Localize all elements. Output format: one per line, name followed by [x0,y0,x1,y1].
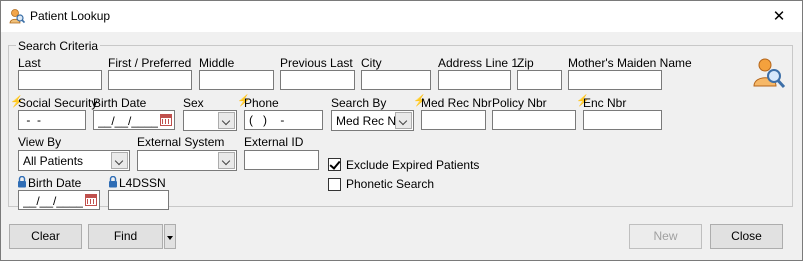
patient-lookup-window: Patient Lookup ✕ Search Criteria Last Fi… [0,0,803,261]
external-system-select[interactable] [137,150,237,171]
close-button[interactable]: Close [710,224,783,249]
birth-date-label: Birth Date [93,96,147,110]
birth-date-secondary-label: Birth Date [28,176,82,190]
clear-button[interactable]: Clear [9,224,82,249]
patient-search-icon[interactable] [752,56,786,90]
mothers-maiden-name-input[interactable] [568,70,662,90]
phone-label: Phone [244,96,279,110]
new-button[interactable]: New [629,224,702,249]
exclude-expired-checkbox[interactable] [328,158,341,171]
birth-date-input[interactable]: __/__/____ [93,110,175,130]
find-button[interactable]: Find [88,224,163,249]
mothers-maiden-name-label: Mother's Maiden Name [568,56,692,70]
previous-last-input[interactable] [280,70,355,90]
window-close-button[interactable]: ✕ [756,1,802,32]
exclude-expired-label: Exclude Expired Patients [346,158,480,172]
social-security-input[interactable] [18,110,86,130]
phonetic-search-label: Phonetic Search [346,177,435,191]
calendar-icon[interactable] [160,114,172,126]
sex-label: Sex [183,96,204,110]
address-line1-label: Address Line 1 [438,56,519,70]
policy-nbr-input[interactable] [492,110,576,130]
l4dssn-input[interactable] [108,190,169,210]
title-bar: Patient Lookup ✕ [1,1,802,32]
search-by-select[interactable]: Med Rec Nbr [331,110,414,131]
last-name-input[interactable] [18,70,102,90]
birth-date-secondary-input[interactable]: __/__/____ [18,190,100,210]
chevron-down-icon[interactable] [218,112,235,129]
med-rec-nbr-input[interactable] [421,110,486,130]
window-title: Patient Lookup [30,9,111,23]
patient-search-icon [9,9,25,24]
middle-name-input[interactable] [199,70,274,90]
city-label: City [361,56,382,70]
search-criteria-legend: Search Criteria [16,39,101,53]
external-id-label: External ID [244,135,304,149]
address-line1-input[interactable] [438,70,511,90]
chevron-down-icon[interactable] [395,112,412,129]
enc-nbr-input[interactable] [583,110,662,130]
lock-icon [18,176,26,188]
sex-select[interactable] [183,110,237,131]
enc-nbr-label: Enc Nbr [583,96,627,110]
external-system-label: External System [137,135,225,149]
view-by-select[interactable]: All Patients [18,150,130,171]
city-input[interactable] [361,70,431,90]
previous-last-label: Previous Last [280,56,353,70]
last-name-label: Last [18,56,41,70]
phone-input[interactable] [244,110,323,130]
view-by-value: All Patients [23,154,84,168]
zip-label: Zip [517,56,534,70]
first-name-input[interactable] [108,70,192,90]
search-by-label: Search By [331,96,387,110]
phonetic-search-checkbox[interactable] [328,178,341,191]
med-rec-nbr-label: Med Rec Nbr [421,96,492,110]
lock-icon [109,176,117,188]
zip-input[interactable] [517,70,562,90]
birth-date-secondary-value: __/__/____ [23,194,84,208]
l4dssn-label: L4DSSN [119,176,166,190]
calendar-icon[interactable] [85,194,97,206]
search-by-value: Med Rec Nbr [336,114,396,128]
policy-nbr-label: Policy Nbr [492,96,547,110]
social-security-label: Social Security [18,96,98,110]
chevron-down-icon[interactable] [111,152,128,169]
find-options-dropdown[interactable] [164,224,176,249]
first-name-label: First / Preferred [108,56,192,70]
external-id-input[interactable] [244,150,319,170]
birth-date-value: __/__/____ [98,114,159,128]
middle-name-label: Middle [199,56,235,70]
view-by-label: View By [18,135,62,149]
chevron-down-icon[interactable] [218,152,235,169]
